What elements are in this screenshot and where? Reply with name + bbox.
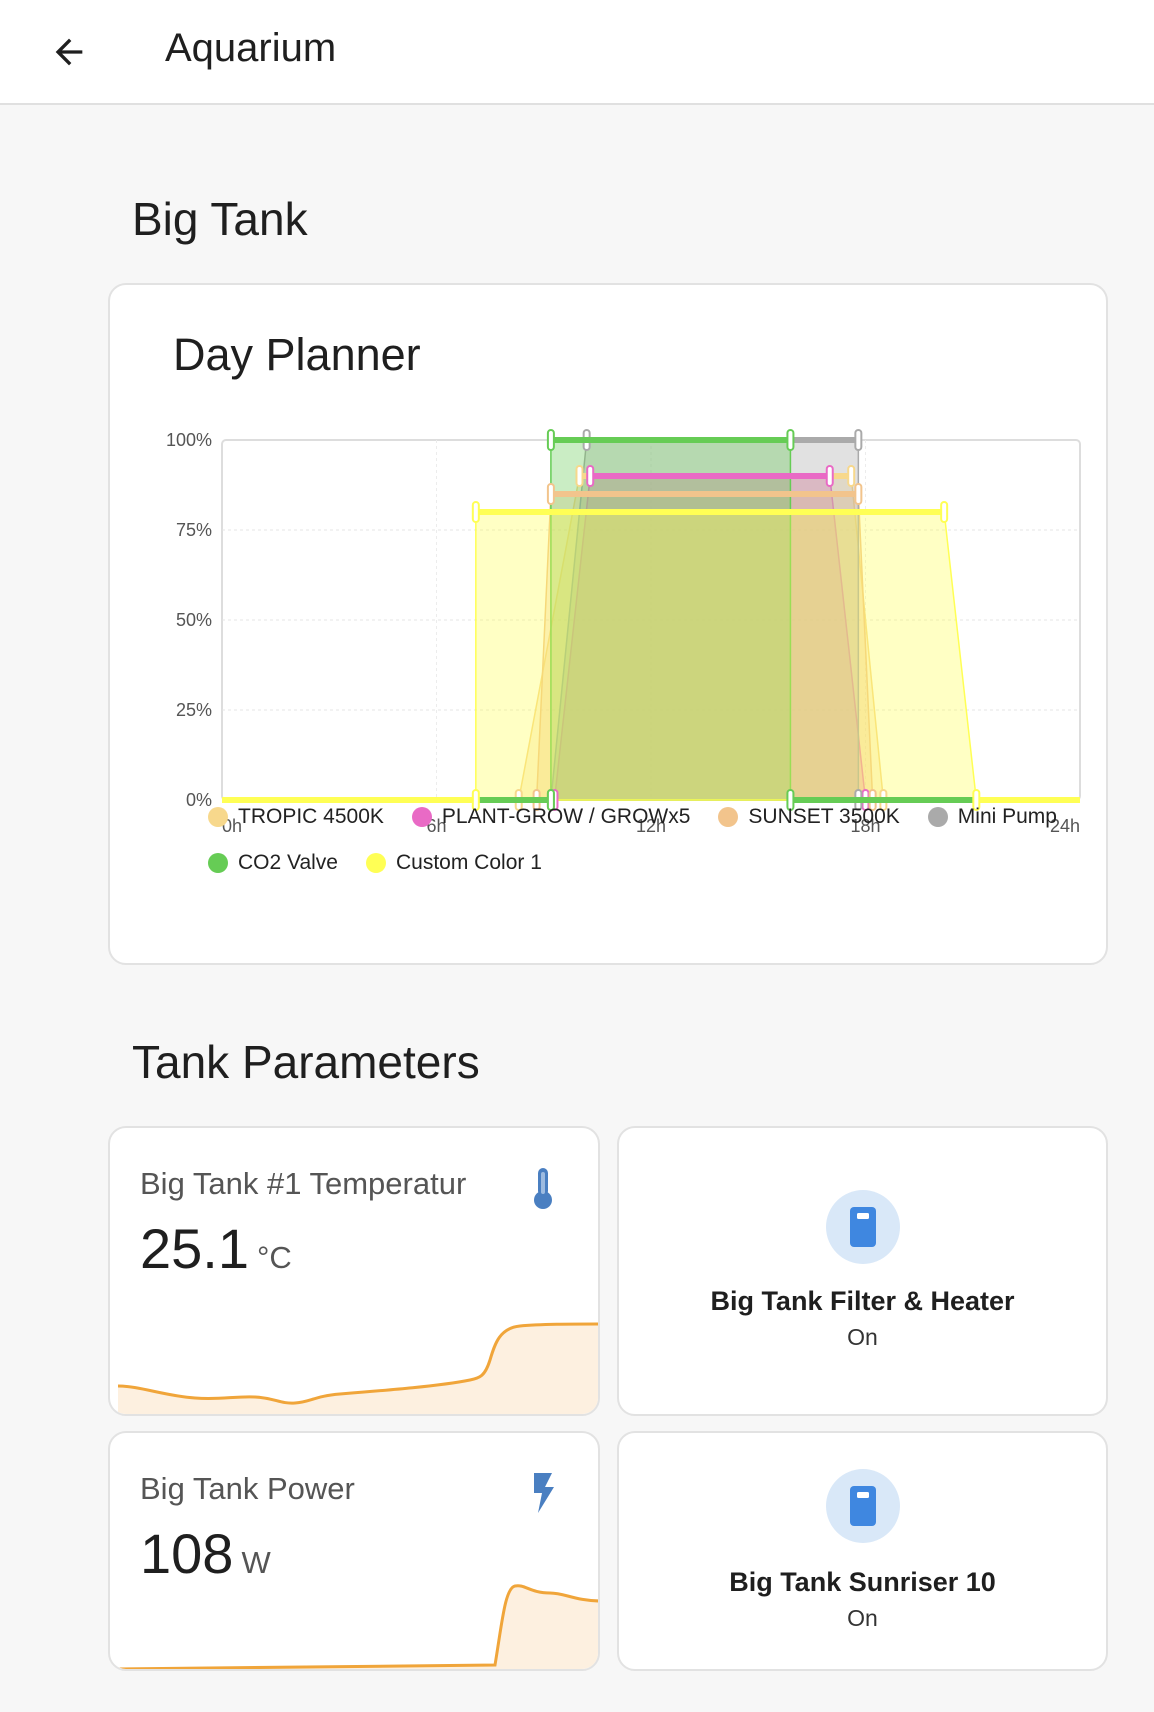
filter-heater-tile[interactable]: Big Tank Filter & Heater On [617, 1126, 1108, 1416]
schedule-handle[interactable] [825, 465, 834, 487]
legend-row: CO2 Valve Custom Color 1 [208, 851, 570, 875]
y-tick-label: 75% [176, 520, 212, 540]
day-planner-card: Day Planner 100% 75% 50% 25% 0% 0h 6h 12h 18h 24h… [108, 283, 1108, 965]
legend-label: PLANT-GROW / GROWx5 [441, 805, 691, 828]
legend-dot [208, 807, 228, 827]
legend-item[interactable]: SUNSET 3500K [718, 805, 900, 829]
sunriser-icon-button[interactable] [825, 1469, 900, 1543]
tile-name: Big Tank Sunriser 10 [729, 1567, 996, 1597]
schedule-handle[interactable] [546, 483, 555, 505]
schedule-handle[interactable] [546, 429, 555, 451]
power-socket-icon [849, 1486, 876, 1526]
schedule-handle[interactable] [847, 465, 856, 487]
section-title-tank-parameters: Tank Parameters [132, 1036, 480, 1088]
schedule-handle[interactable] [575, 465, 584, 487]
legend-label: Mini Pump [957, 805, 1057, 828]
back-button[interactable] [36, 22, 102, 82]
section-title-big-tank: Big Tank [132, 193, 308, 245]
temperature-sensor-card[interactable]: Big Tank #1 Temperatur 25.1 °C [108, 1126, 600, 1416]
tile-name: Big Tank Filter & Heater [710, 1286, 1015, 1316]
legend-item[interactable]: Custom Color 1 [366, 851, 542, 875]
tile-state: On [847, 1605, 878, 1631]
legend-dot [208, 853, 228, 873]
app-title: Aquarium [165, 26, 337, 70]
schedule-handle[interactable] [786, 429, 795, 451]
arrow-left-icon [55, 38, 83, 66]
schedule-handle[interactable] [854, 429, 863, 451]
legend-row: TROPIC 4500K PLANT-GROW / GROWx5 SUNSET 35… [208, 805, 1085, 829]
filter-heater-icon-button[interactable] [825, 1190, 900, 1264]
sunriser-tile[interactable]: Big Tank Sunriser 10 On [617, 1431, 1108, 1671]
legend-dot [718, 807, 739, 827]
legend-dot [927, 807, 948, 827]
power-sensor-card[interactable]: Big Tank Power 108 W [108, 1431, 600, 1671]
legend-item[interactable]: CO2 Valve [208, 851, 338, 875]
legend-dot [366, 853, 386, 873]
y-tick-label: 25% [176, 700, 212, 720]
y-tick-label: 50% [176, 610, 212, 630]
legend-dot [411, 807, 432, 827]
power-socket-icon [849, 1207, 876, 1247]
legend-label: SUNSET 3500K [748, 805, 900, 828]
schedule-handle[interactable] [586, 465, 595, 487]
schedule-handle[interactable] [854, 483, 863, 505]
legend-label: CO2 Valve [238, 851, 338, 874]
legend-label: Custom Color 1 [396, 851, 542, 874]
legend-item[interactable]: Mini Pump [927, 805, 1057, 829]
legend-label: TROPIC 4500K [238, 805, 384, 828]
temperature-sparkline [117, 1322, 598, 1414]
y-tick-label: 100% [166, 430, 212, 450]
day-planner-chart[interactable]: 100%75%50%25%0%0h 6h 12h 18h 24h [110, 285, 1108, 845]
legend-item[interactable]: PLANT-GROW / GROWx5 [411, 805, 691, 829]
schedule-handle[interactable] [471, 501, 480, 523]
app-bar: Aquarium [0, 0, 1154, 105]
power-sparkline [117, 1584, 598, 1669]
schedule-handle[interactable] [940, 501, 949, 523]
legend-item[interactable]: TROPIC 4500K [208, 805, 384, 829]
tile-state: On [847, 1324, 878, 1350]
